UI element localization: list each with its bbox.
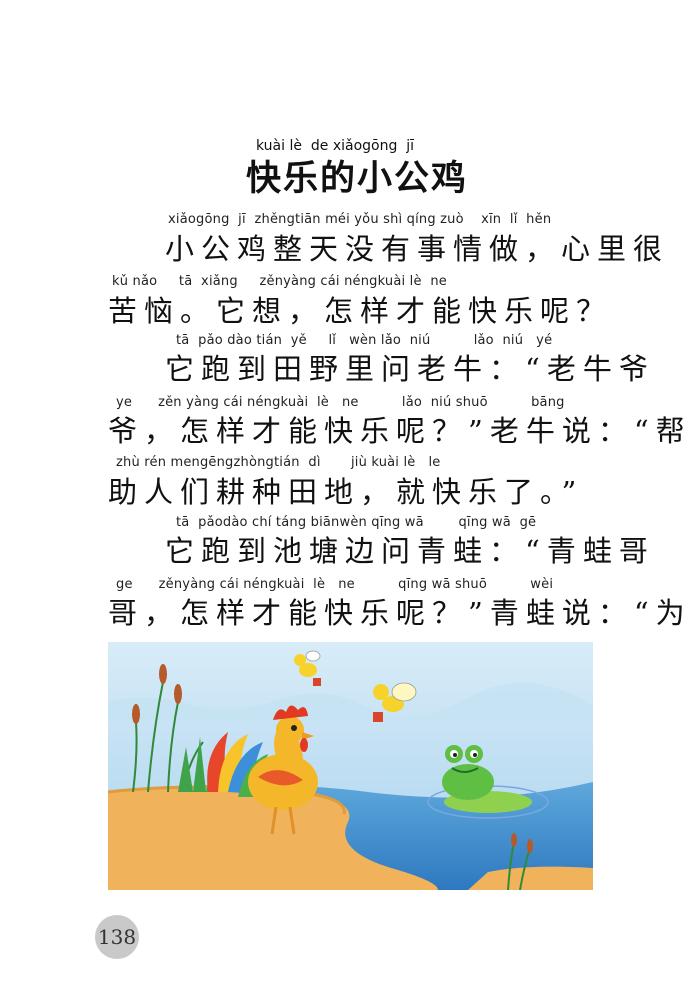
lesson-title: 快乐的小公鸡	[246, 159, 469, 199]
pinyin-line-1: xiǎogōng jī zhěngtiān méi yǒu shì qíng z…	[168, 212, 552, 227]
pinyin-line-5: zhù rén mengēngzhòngtián dì jiù kuài lè …	[116, 455, 441, 470]
text-line-6: 它跑到池塘边问青蛙：“青蛙哥	[165, 534, 655, 568]
text-line-5: 助人们耕种田地，就快乐了。”	[108, 475, 584, 509]
text-line-1: 小公鸡整天没有事情做，心里很	[165, 232, 670, 266]
pinyin-line-2: kǔ nǎo tā xiǎng zěnyàng cái néngkuài lè …	[112, 274, 447, 289]
page-number: 138	[95, 915, 139, 959]
text-line-4: 爷，怎样才能快乐呢？”老牛说：“帮	[108, 414, 692, 448]
text-line-7: 哥，怎样才能快乐呢？”青蛙说：“为	[108, 596, 692, 630]
text-line-3: 它跑到田野里问老牛：“老牛爷	[165, 352, 655, 386]
pond-illustration	[108, 642, 593, 890]
text-line-2: 苦恼。它想，怎样才能快乐呢？	[108, 294, 613, 328]
